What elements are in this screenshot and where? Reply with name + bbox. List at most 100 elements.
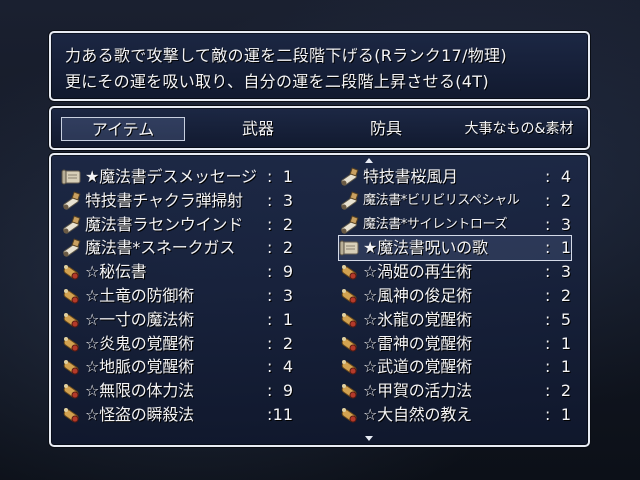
skillbook-icon	[61, 191, 83, 211]
item-row[interactable]: 特技書チャクラ弾掃射:3	[61, 189, 293, 213]
item-count: 2	[282, 333, 293, 353]
secret-scroll-icon	[61, 357, 83, 377]
item-row[interactable]: ☆風神の俊足術:2	[339, 284, 571, 308]
secret-scroll-icon	[339, 334, 361, 354]
count-separator: :	[545, 238, 551, 258]
skillbook-icon	[339, 215, 361, 235]
item-name: 魔法書*サイレントローズ	[363, 216, 508, 232]
tab-items[interactable]: アイテム	[61, 117, 185, 141]
count-separator: :	[267, 381, 273, 401]
item-row[interactable]: ☆地脈の覚醒術:4	[61, 355, 293, 379]
item-list-window: ★魔法書デスメッセージ:1 特技書チャクラ弾掃射:3 魔法書ラセンウインド:2 魔法書…	[49, 153, 590, 447]
item-name: ☆無限の体力法	[85, 381, 194, 401]
item-row[interactable]: ☆一寸の魔法術:1	[61, 308, 293, 332]
item-name: ☆雷神の覚醒術	[363, 333, 472, 353]
item-count: 1	[560, 405, 571, 424]
item-row[interactable]: 魔法書*スネークガス:2	[61, 236, 293, 260]
item-name: ☆渦姫の再生術	[363, 262, 472, 282]
item-name: ★魔法書デスメッセージ	[85, 167, 257, 186]
item-row[interactable]: ☆武道の覚醒術:1	[339, 355, 571, 379]
secret-scroll-icon	[339, 357, 361, 377]
item-row[interactable]: 特技書桜風月:4	[339, 165, 571, 189]
secret-scroll-icon	[61, 381, 83, 401]
tab-key-items[interactable]: 大事なもの&素材	[459, 117, 579, 141]
count-separator: :	[267, 357, 273, 377]
count-separator: :	[545, 309, 551, 329]
tab-weapons[interactable]: 武器	[223, 117, 293, 141]
item-count: 9	[282, 262, 293, 282]
count-separator: :	[545, 214, 551, 234]
item-count: 5	[560, 309, 571, 329]
secret-scroll-icon	[339, 286, 361, 306]
help-line-1: 力ある歌で攻撃して敵の運を二段階下げる(Rランク17/物理)	[65, 46, 507, 65]
item-name: ☆秘伝書	[85, 262, 147, 282]
count-separator: :	[267, 190, 273, 210]
item-row[interactable]: ☆秘伝書:9	[61, 260, 293, 284]
count-separator: :	[545, 357, 551, 377]
item-row[interactable]: ☆雷神の覚醒術:1	[339, 332, 571, 356]
item-count: 1	[560, 357, 571, 377]
item-name: ☆土竜の防御術	[85, 286, 194, 305]
scroll-icon	[339, 238, 361, 258]
item-count: 3	[560, 262, 571, 282]
skillbook-icon	[339, 191, 361, 211]
scroll-up-arrow-icon[interactable]	[365, 158, 373, 163]
skillbook-icon	[339, 167, 361, 187]
help-line-2: 更にその運を吸い取り、自分の運を二段階上昇させる(4T)	[65, 72, 489, 91]
count-separator: :	[545, 381, 551, 401]
item-name: 魔法書ラセンウインド	[85, 214, 244, 234]
item-row[interactable]: 魔法書*サイレントローズ:3	[339, 213, 571, 237]
item-name: ☆武道の覚醒術	[363, 357, 472, 377]
item-row[interactable]: ☆土竜の防御術:3	[61, 284, 293, 308]
item-name: ☆大自然の教え	[363, 405, 472, 424]
item-count: 4	[560, 167, 571, 186]
secret-scroll-icon	[61, 262, 83, 282]
count-separator: :	[545, 262, 551, 282]
item-name: 魔法書*ビリビリスペシャル	[363, 192, 520, 208]
item-row[interactable]: ☆甲賀の活力法:2	[339, 379, 571, 403]
secret-scroll-icon	[61, 286, 83, 306]
count-separator: :	[267, 214, 273, 234]
secret-scroll-icon	[61, 310, 83, 330]
item-count: 1	[560, 333, 571, 353]
count-separator: :	[267, 405, 273, 424]
secret-scroll-icon	[61, 334, 83, 354]
item-count: 1	[282, 167, 293, 186]
item-row[interactable]: ☆炎鬼の覚醒術:2	[61, 332, 293, 356]
secret-scroll-icon	[339, 405, 361, 425]
item-row[interactable]: 魔法書*ビリビリスペシャル:2	[339, 189, 571, 213]
item-name: ☆怪盗の瞬殺法	[85, 405, 194, 424]
item-name: ☆氷龍の覚醒術	[363, 309, 472, 329]
item-count: 1	[282, 309, 293, 329]
item-name: ☆地脈の覚醒術	[85, 357, 194, 377]
item-row[interactable]: ☆渦姫の再生術:3	[339, 260, 571, 284]
secret-scroll-icon	[339, 381, 361, 401]
item-count: 3	[282, 190, 293, 210]
item-row[interactable]: ★魔法書デスメッセージ:1	[61, 165, 293, 189]
secret-scroll-icon	[61, 405, 83, 425]
item-row[interactable]: ☆無限の体力法:9	[61, 379, 293, 403]
item-name: 特技書桜風月	[363, 167, 458, 186]
count-separator: :	[545, 333, 551, 353]
count-separator: :	[267, 262, 273, 282]
item-count: 3	[282, 286, 293, 305]
item-name: 特技書チャクラ弾掃射	[85, 190, 243, 210]
skillbook-icon	[61, 238, 83, 258]
item-count: 1	[560, 238, 571, 258]
item-count: 2	[560, 286, 571, 305]
category-window: アイテム 武器 防具 大事なもの&素材	[49, 106, 590, 150]
scroll-down-arrow-icon[interactable]	[365, 436, 373, 441]
item-name: 魔法書*スネークガス	[85, 238, 236, 258]
item-row[interactable]: ☆氷龍の覚醒術:5	[339, 308, 571, 332]
count-separator: :	[545, 190, 551, 210]
item-row[interactable]: 魔法書ラセンウインド:2	[61, 213, 293, 237]
item-count: 11	[272, 405, 293, 424]
item-row[interactable]: ☆大自然の教え:1	[339, 403, 571, 427]
item-row[interactable]: ☆怪盗の瞬殺法:11	[61, 403, 293, 427]
item-row[interactable]: ★魔法書呪いの歌:1	[338, 235, 572, 262]
count-separator: :	[267, 286, 273, 305]
count-separator: :	[545, 405, 551, 424]
tab-armor[interactable]: 防具	[351, 117, 421, 141]
count-separator: :	[545, 286, 551, 305]
item-count: 9	[282, 381, 293, 401]
